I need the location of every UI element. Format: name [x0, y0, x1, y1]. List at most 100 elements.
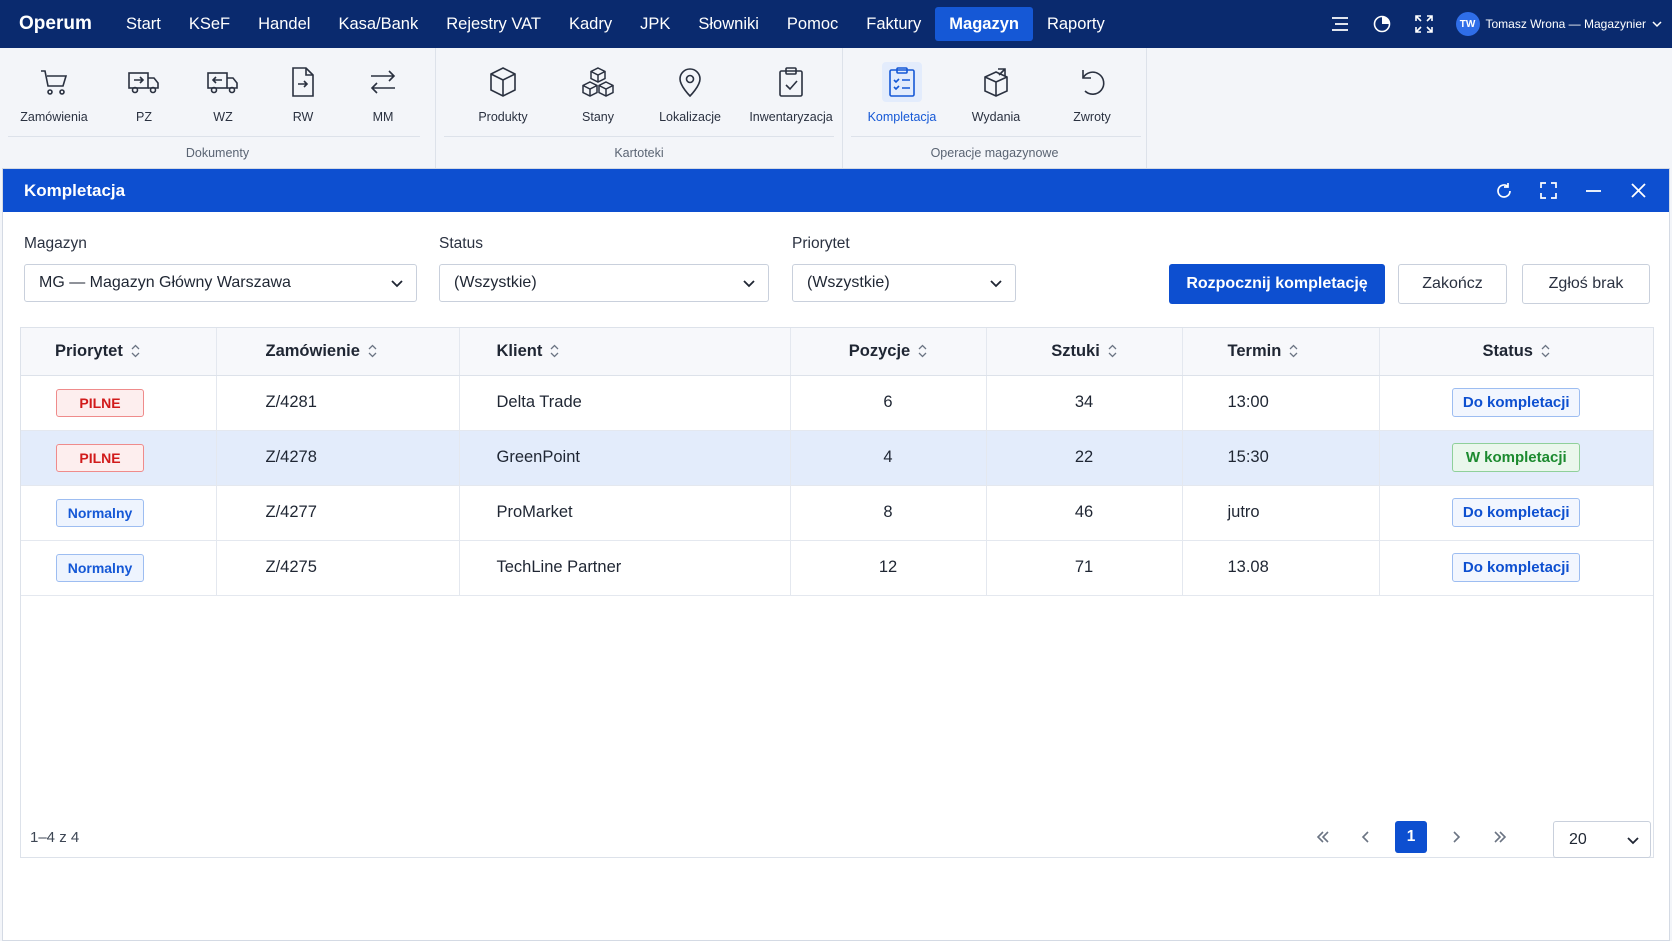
sort-icon: [1541, 344, 1550, 358]
priority-badge: PILNE: [56, 388, 144, 417]
table-row[interactable]: Normalny Z/4277 ProMarket 8 46 jutro Do …: [21, 485, 1653, 541]
ribbon-rw-button[interactable]: RW: [258, 62, 348, 124]
menu-item-raporty[interactable]: Raporty: [1033, 7, 1119, 41]
menu-item-pomoc[interactable]: Pomoc: [773, 7, 852, 41]
ribbon-label: WZ: [213, 110, 233, 124]
menu-item-ksef[interactable]: KSeF: [175, 7, 244, 41]
ribbon-label: Produkty: [478, 110, 528, 124]
ribbon-produkty-button[interactable]: Produkty: [458, 62, 548, 124]
table-row[interactable]: Normalny Z/4275 TechLine Partner 12 71 1…: [21, 540, 1653, 596]
app-logo[interactable]: Operum: [0, 13, 112, 35]
minimize-icon[interactable]: [1583, 180, 1604, 201]
column-header-deadline[interactable]: Termin: [1182, 328, 1380, 376]
ribbon-zamowienia-button[interactable]: Zamówienia: [9, 62, 99, 124]
ribbon-pz-button[interactable]: PZ: [99, 62, 189, 124]
column-header-order[interactable]: Zamówienie: [216, 328, 460, 376]
chevron-down-icon: [743, 280, 755, 288]
status-badge: Do kompletacji: [1452, 498, 1581, 527]
menu-item-kadry[interactable]: Kadry: [555, 7, 626, 41]
client-cell: ProMarket: [459, 485, 791, 541]
ribbon-label: PZ: [136, 110, 152, 124]
column-header-priority[interactable]: Priorytet: [21, 328, 217, 376]
maximize-icon[interactable]: [1538, 180, 1559, 201]
next-page-button[interactable]: [1440, 821, 1472, 853]
ribbon-label: MM: [372, 110, 394, 124]
ribbon-inwentaryzacja-button[interactable]: Inwentaryzacja: [746, 62, 836, 124]
deadline-cell: jutro: [1182, 485, 1380, 541]
transfer-arrows-icon: [370, 70, 396, 94]
theme-toggle-icon[interactable]: [1372, 14, 1392, 34]
column-header-positions[interactable]: Pozycje: [790, 328, 987, 376]
user-menu[interactable]: TW Tomasz Wrona — Magazynier: [1455, 12, 1663, 36]
order-cell: Z/4275: [216, 540, 460, 596]
priority-badge: PILNE: [56, 443, 144, 472]
clipboard-check-icon: [779, 67, 803, 97]
ribbon-wz-button[interactable]: WZ: [178, 62, 268, 124]
status-label: Status: [439, 235, 483, 252]
warehouse-label: Magazyn: [24, 235, 87, 252]
column-header-status[interactable]: Status: [1379, 328, 1653, 376]
menu-item-magazyn[interactable]: Magazyn: [935, 7, 1033, 41]
ribbon-mm-button[interactable]: MM: [338, 62, 428, 124]
table-row[interactable]: PILNE Z/4278 GreenPoint 4 22 15:30 W kom…: [21, 430, 1653, 486]
sort-icon: [131, 344, 140, 358]
ribbon-group-title: Kartoteki: [614, 146, 664, 160]
menu-item-handel[interactable]: Handel: [244, 7, 324, 41]
priority-select[interactable]: (Wszystkie): [792, 264, 1016, 302]
group-divider: [8, 136, 420, 137]
chevron-right-icon: [1453, 831, 1461, 843]
ribbon-wydania-button[interactable]: Wydania: [951, 62, 1041, 124]
checklist-icon: [889, 67, 915, 97]
sort-icon: [368, 344, 377, 358]
menu-item-jpk[interactable]: JPK: [626, 7, 684, 41]
report-shortage-button[interactable]: Zgłoś brak: [1522, 264, 1650, 304]
positions-cell: 8: [790, 485, 987, 541]
status-select[interactable]: (Wszystkie): [439, 264, 769, 302]
warehouse-select-value: MG — Magazyn Główny Warszawa: [39, 274, 291, 291]
table-row[interactable]: PILNE Z/4281 Delta Trade 6 34 13:00 Do k…: [21, 375, 1653, 431]
ribbon-label: RW: [292, 110, 314, 124]
kompletacja-window: Kompletacja Magazyn MG — Magazyn Główny …: [2, 168, 1670, 941]
deadline-cell: 15:30: [1182, 430, 1380, 486]
avatar: TW: [1455, 12, 1480, 36]
user-name: Tomasz Wrona — Magazynier: [1485, 17, 1647, 31]
page-size-select[interactable]: 20: [1553, 821, 1651, 858]
finish-button[interactable]: Zakończ: [1398, 264, 1507, 304]
box-out-icon: [984, 68, 1008, 97]
page-number-button[interactable]: 1: [1395, 821, 1427, 853]
ribbon-zwroty-button[interactable]: Zwroty: [1047, 62, 1137, 124]
refresh-icon[interactable]: [1493, 180, 1514, 201]
priority-label: Priorytet: [792, 235, 850, 252]
close-icon[interactable]: [1628, 180, 1649, 201]
sort-icon: [1108, 344, 1117, 358]
menu-item-start[interactable]: Start: [112, 7, 175, 41]
page-size-value: 20: [1569, 830, 1587, 848]
prev-page-button[interactable]: [1350, 821, 1382, 853]
ribbon-kompletacja-button[interactable]: Kompletacja: [857, 62, 947, 124]
ribbon-group-operacje: Kompletacja Wydania Zwroty Operacje maga…: [843, 48, 1147, 168]
start-picking-button[interactable]: Rozpocznij kompletację: [1169, 264, 1385, 304]
priority-badge: Normalny: [56, 553, 144, 582]
ribbon-stany-button[interactable]: Stany: [553, 62, 643, 124]
menu-item-kasa-bank[interactable]: Kasa/Bank: [324, 7, 432, 41]
group-divider: [444, 136, 834, 137]
positions-cell: 4: [790, 430, 987, 486]
ribbon-lokalizacje-button[interactable]: Lokalizacje: [645, 62, 735, 124]
priority-select-value: (Wszystkie): [807, 274, 890, 291]
menu-item-slowniki[interactable]: Słowniki: [684, 7, 773, 41]
column-header-client[interactable]: Klient: [459, 328, 791, 376]
client-cell: GreenPoint: [459, 430, 791, 486]
column-header-pieces[interactable]: Sztuki: [986, 328, 1183, 376]
sort-icon: [550, 344, 559, 358]
menu-lines-icon[interactable]: [1330, 14, 1350, 34]
fullscreen-icon[interactable]: [1414, 14, 1434, 34]
last-page-button[interactable]: [1484, 821, 1516, 853]
first-page-button[interactable]: [1307, 821, 1339, 853]
boxes-stack-icon: [582, 67, 614, 97]
menu-item-rejestry-vat[interactable]: Rejestry VAT: [432, 7, 555, 41]
positions-cell: 6: [790, 375, 987, 431]
ribbon-group-title: Operacje magazynowe: [930, 146, 1059, 160]
menu-item-faktury[interactable]: Faktury: [852, 7, 935, 41]
ribbon-label: Inwentaryzacja: [749, 110, 833, 124]
warehouse-select[interactable]: MG — Magazyn Główny Warszawa: [24, 264, 417, 302]
